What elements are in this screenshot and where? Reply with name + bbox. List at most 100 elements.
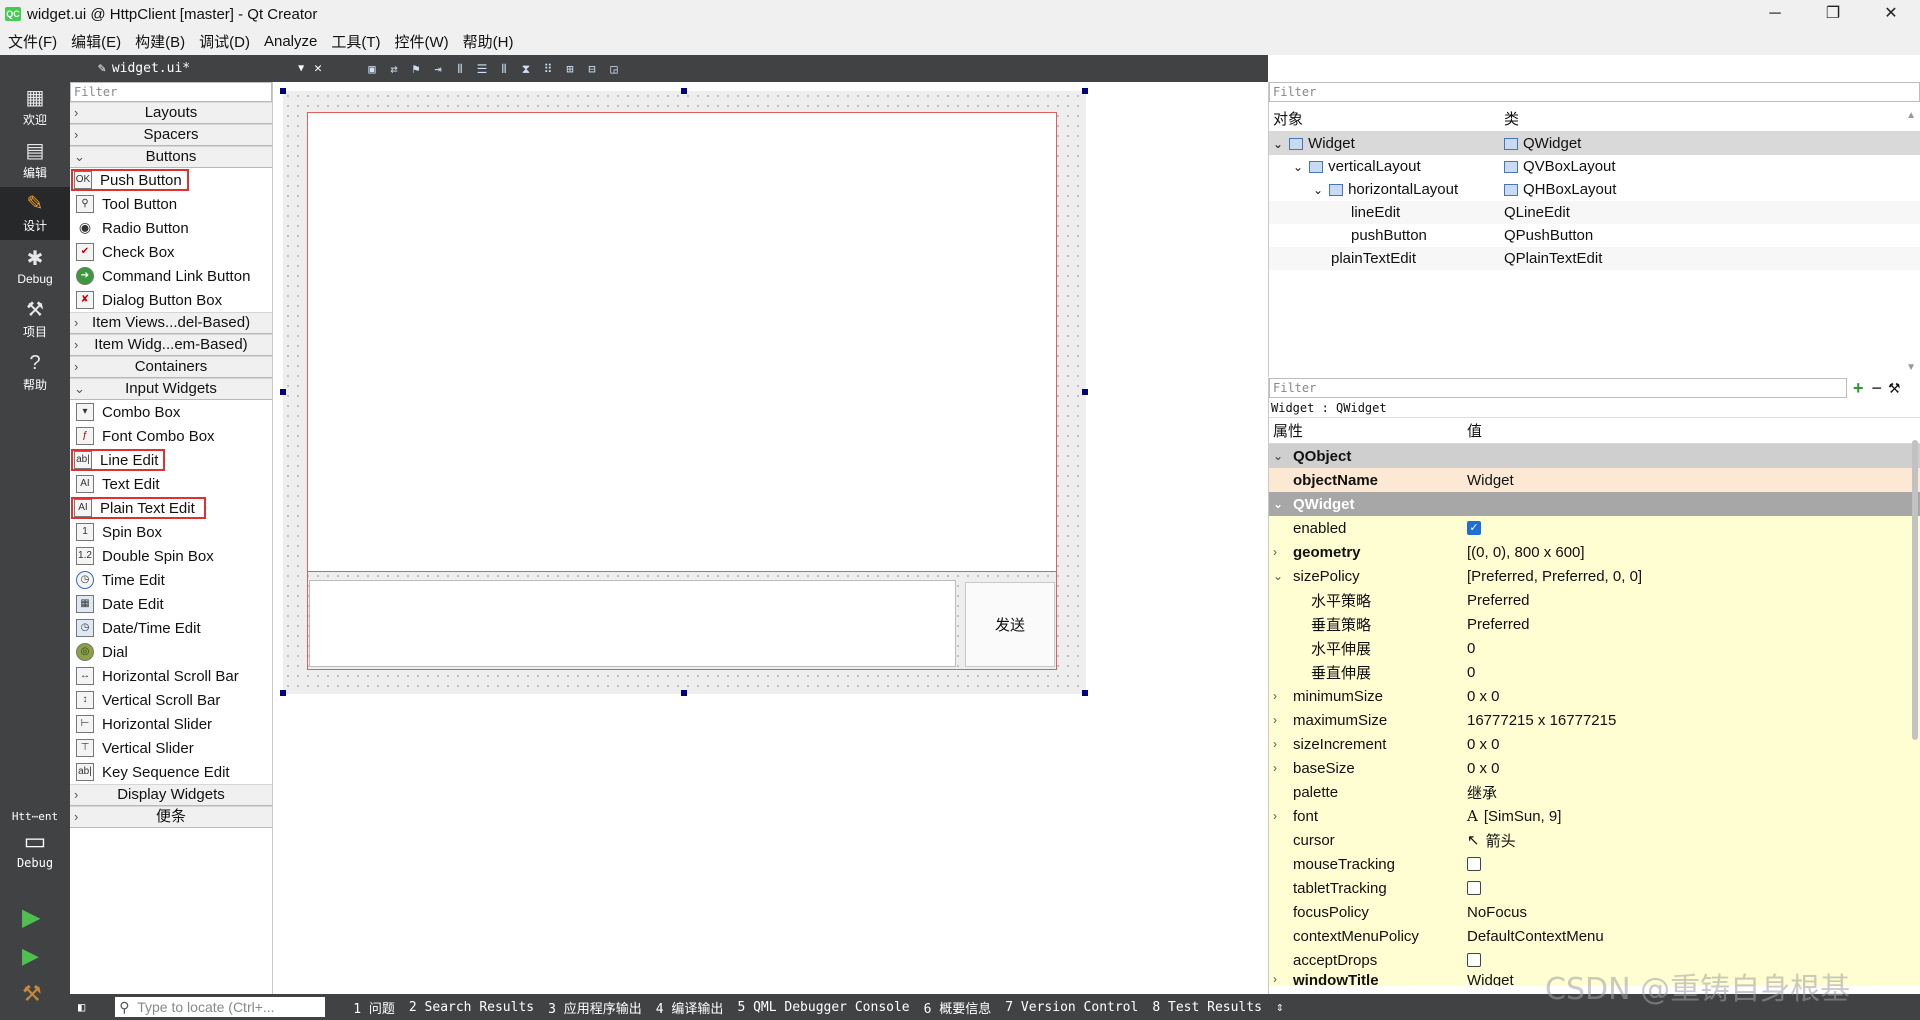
prop-vstretch[interactable]: 垂直伸展 0	[1269, 660, 1920, 684]
line-edit-widget[interactable]	[309, 580, 956, 667]
close-button[interactable]: ✕	[1862, 0, 1920, 28]
prop-sizeincrement[interactable]: › sizeIncrement 0 x 0	[1269, 732, 1920, 756]
scroll-down-icon[interactable]: ▼	[1906, 362, 1916, 373]
prop-value[interactable]: NoFocus	[1467, 904, 1527, 921]
mode-debug[interactable]: ✱ Debug	[0, 240, 70, 293]
break-layout-icon[interactable]: ⊟	[582, 62, 602, 76]
menu-edit[interactable]: 编辑(E)	[63, 31, 127, 52]
widget-double-spin-box[interactable]: 1.2 Double Spin Box	[70, 544, 272, 568]
category-layouts[interactable]: › Layouts	[70, 102, 272, 124]
widget-dialog-button-box[interactable]: ✘ Dialog Button Box	[70, 288, 272, 312]
mode-welcome[interactable]: ▦ 欢迎	[0, 81, 70, 134]
tab-compile-output[interactable]: 4 编译输出	[656, 998, 724, 1017]
widget-key-sequence-edit[interactable]: ab| Key Sequence Edit	[70, 760, 272, 784]
prop-basesize[interactable]: › baseSize 0 x 0	[1269, 756, 1920, 780]
widget-push-button[interactable]: OK Push Button	[70, 168, 272, 192]
property-scrollbar[interactable]	[1912, 440, 1918, 740]
object-inspector-filter[interactable]: Filter	[1269, 82, 1920, 102]
prop-value[interactable]: Widget	[1467, 472, 1514, 489]
prop-value[interactable]: Preferred	[1467, 616, 1530, 633]
tab-test-results[interactable]: 8 Test Results	[1152, 1000, 1262, 1015]
tab-general-messages[interactable]: 6 概要信息	[924, 998, 992, 1017]
more-tabs-icon[interactable]: ⇕	[1276, 1000, 1284, 1015]
category-spacers[interactable]: › Spacers	[70, 124, 272, 146]
prop-value[interactable]: 0	[1467, 664, 1475, 681]
prop-font[interactable]: › font A [SimSun, 9]	[1269, 804, 1920, 828]
debug-run-icon[interactable]: ▶	[22, 943, 48, 969]
widget-horizontal-scroll-bar[interactable]: ↔ Horizontal Scroll Bar	[70, 664, 272, 688]
prop-value[interactable]: Preferred	[1467, 592, 1530, 609]
category-scratchpad[interactable]: › 便条	[70, 806, 272, 828]
resize-handle-se[interactable]	[1082, 690, 1088, 696]
prop-value[interactable]: 0 x 0	[1467, 736, 1500, 753]
tab-version-control[interactable]: 7 Version Control	[1005, 1000, 1138, 1015]
document-name[interactable]: widget.ui*	[112, 61, 190, 76]
widget-dial[interactable]: ◎ Dial	[70, 640, 272, 664]
widget-line-edit[interactable]: ab| Line Edit	[70, 448, 272, 472]
maximize-button[interactable]: ❐	[1804, 0, 1862, 28]
resize-handle-s[interactable]	[681, 690, 687, 696]
col-class[interactable]: 类	[1504, 108, 1519, 129]
mode-projects[interactable]: ⚒ 项目	[0, 293, 70, 346]
prop-value[interactable]: 箭头	[1486, 830, 1516, 851]
prop-minimumsize[interactable]: › minimumSize 0 x 0	[1269, 684, 1920, 708]
prop-value[interactable]: 16777215 x 16777215	[1467, 712, 1616, 729]
category-input-widgets[interactable]: ⌄ Input Widgets	[70, 378, 272, 400]
prop-objectname[interactable]: objectName Widget	[1269, 468, 1920, 492]
edit-widgets-icon[interactable]: ▣	[362, 62, 382, 76]
prop-value[interactable]: [SimSun, 9]	[1484, 808, 1562, 825]
prop-value[interactable]: 0 x 0	[1467, 688, 1500, 705]
layout-form-icon[interactable]: ⠿	[538, 62, 558, 76]
widgetbox-filter[interactable]: Filter	[70, 82, 272, 102]
edit-signals-icon[interactable]: ⇄	[384, 62, 404, 76]
widget-check-box[interactable]: ✔ Check Box	[70, 240, 272, 264]
widget-datetime-edit[interactable]: ◷ Date/Time Edit	[70, 616, 272, 640]
menu-help[interactable]: 帮助(H)	[455, 31, 520, 52]
layout-splitter-v-icon[interactable]: ⧗	[516, 62, 536, 76]
widget-text-edit[interactable]: AI Text Edit	[70, 472, 272, 496]
prop-value[interactable]: [(0, 0), 800 x 600]	[1467, 544, 1585, 561]
category-item-widgets[interactable]: › Item Widg...em-Based)	[70, 334, 272, 356]
prop-value[interactable]: 0	[1467, 640, 1475, 657]
widget-command-link-button[interactable]: ➔ Command Link Button	[70, 264, 272, 288]
menu-debug[interactable]: 调试(D)	[191, 31, 256, 52]
prop-value[interactable]: 0 x 0	[1467, 760, 1500, 777]
category-display-widgets[interactable]: › Display Widgets	[70, 784, 272, 806]
edit-tab-order-icon[interactable]: ⇥	[428, 62, 448, 76]
prop-contextmenupolicy[interactable]: contextMenuPolicy DefaultContextMenu	[1269, 924, 1920, 948]
mode-help[interactable]: ? 帮助	[0, 346, 70, 399]
mode-design[interactable]: ✎ 设计	[0, 187, 70, 240]
prop-palette[interactable]: palette 继承	[1269, 780, 1920, 804]
resize-handle-sw[interactable]	[280, 690, 286, 696]
remove-property-icon[interactable]: −	[1872, 378, 1883, 399]
widget-tool-button[interactable]: ⚲ Tool Button	[70, 192, 272, 216]
edit-buddies-icon[interactable]: ⚑	[406, 62, 426, 76]
sidebar-toggle-icon[interactable]: ◧	[78, 1000, 85, 1014]
property-filter[interactable]: Filter	[1269, 378, 1847, 398]
prop-hstretch[interactable]: 水平伸展 0	[1269, 636, 1920, 660]
tree-row-plain-text-edit[interactable]: plainTextEdit QPlainTextEdit	[1269, 247, 1920, 270]
scroll-up-icon[interactable]: ▲	[1906, 110, 1916, 121]
prop-sizepolicy[interactable]: ⌄ sizePolicy [Preferred, Preferred, 0, 0]	[1269, 564, 1920, 588]
acceptdrops-checkbox[interactable]	[1467, 953, 1481, 967]
tab-search-results[interactable]: 2 Search Results	[409, 1000, 534, 1015]
add-property-icon[interactable]: +	[1853, 378, 1864, 399]
menu-tools[interactable]: 工具(T)	[323, 31, 386, 52]
tablettracking-checkbox[interactable]	[1467, 881, 1481, 895]
menu-build[interactable]: 构建(B)	[127, 31, 191, 52]
widget-combo-box[interactable]: ▾ Combo Box	[70, 400, 272, 424]
col-value[interactable]: 值	[1467, 420, 1482, 441]
prop-maximumsize[interactable]: › maximumSize 16777215 x 16777215	[1269, 708, 1920, 732]
adjust-size-icon[interactable]: ◲	[604, 62, 624, 76]
col-property[interactable]: 属性	[1273, 420, 1303, 441]
document-dropdown-icon[interactable]: ▼	[298, 63, 304, 74]
prop-enabled[interactable]: enabled ✓	[1269, 516, 1920, 540]
widget-time-edit[interactable]: ◷ Time Edit	[70, 568, 272, 592]
tree-row-push-button[interactable]: pushButton QPushButton	[1269, 224, 1920, 247]
prop-vpolicy[interactable]: 垂直策略 Preferred	[1269, 612, 1920, 636]
widget-date-edit[interactable]: ▦ Date Edit	[70, 592, 272, 616]
layout-vertical-icon[interactable]: ☰	[472, 62, 492, 76]
prop-tablettracking[interactable]: tabletTracking	[1269, 876, 1920, 900]
widget-vertical-scroll-bar[interactable]: ↕ Vertical Scroll Bar	[70, 688, 272, 712]
tab-app-output[interactable]: 3 应用程序输出	[548, 998, 642, 1017]
